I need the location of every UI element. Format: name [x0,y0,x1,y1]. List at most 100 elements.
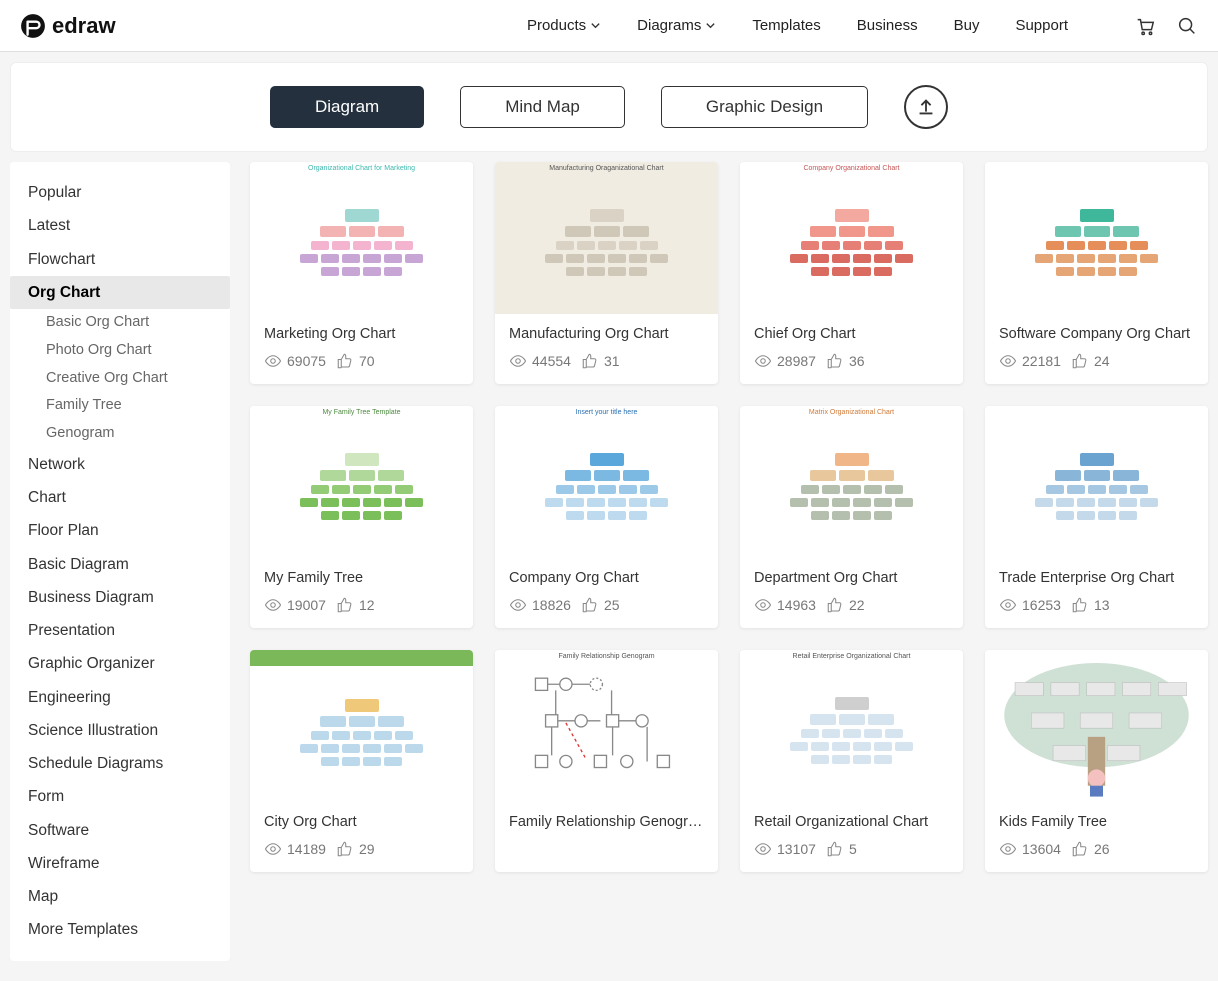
template-card[interactable]: Insert your title here Company Org Chart… [495,406,718,628]
cart-icon[interactable] [1134,15,1156,37]
views-stat: 13107 [754,840,816,858]
card-stats: 16253 13 [999,596,1194,614]
card-title: Company Org Chart [509,570,704,586]
sidebar-sub-genogram[interactable]: Genogram [10,420,230,448]
views-stat: 69075 [264,352,326,370]
likes-stat: 36 [826,352,865,370]
main-nav: Products Diagrams Templates Business Buy… [527,15,1198,37]
card-stats: 14189 29 [264,840,459,858]
views-stat: 22181 [999,352,1061,370]
nav-products[interactable]: Products [527,17,601,34]
card-stats: 18826 25 [509,596,704,614]
tab-graphic-design[interactable]: Graphic Design [661,86,868,128]
views-stat: 18826 [509,596,571,614]
sidebar-item-more-templates[interactable]: More Templates [10,913,230,946]
card-stats: 14963 22 [754,596,949,614]
nav-templates[interactable]: Templates [752,17,820,34]
category-tabs: Diagram Mind Map Graphic Design [10,62,1208,152]
sidebar-item-popular[interactable]: Popular [10,176,230,209]
likes-stat: 70 [336,352,375,370]
views-stat: 14963 [754,596,816,614]
nav-business[interactable]: Business [857,17,918,34]
sidebar-item-chart[interactable]: Chart [10,481,230,514]
template-card[interactable]: Family Relationship Genogram Family Rela… [495,650,718,872]
sidebar-item-orgchart[interactable]: Org Chart [10,276,230,309]
chevron-down-icon [590,20,601,31]
nav-diagrams[interactable]: Diagrams [637,17,716,34]
chevron-down-icon [705,20,716,31]
card-stats: 44554 31 [509,352,704,370]
template-card[interactable]: My Family Tree Template My Family Tree 1… [250,406,473,628]
tab-diagram[interactable]: Diagram [270,86,424,128]
nav-buy[interactable]: Buy [954,17,980,34]
card-stats: 13107 5 [754,840,949,858]
logo[interactable]: edraw [20,13,116,39]
card-title: Manufacturing Org Chart [509,326,704,342]
views-stat: 28987 [754,352,816,370]
likes-stat: 12 [336,596,375,614]
card-stats: 28987 36 [754,352,949,370]
sidebar-item-network[interactable]: Network [10,448,230,481]
card-stats: 13604 26 [999,840,1194,858]
template-card[interactable]: Organizational Chart for Marketing Marke… [250,162,473,384]
sidebar-item-basic-diagram[interactable]: Basic Diagram [10,548,230,581]
template-card[interactable]: Company Organizational Chart Chief Org C… [740,162,963,384]
sidebar-item-schedule-diagrams[interactable]: Schedule Diagrams [10,747,230,780]
template-card[interactable]: Manufacturing Oraganizational Chart Manu… [495,162,718,384]
card-stats: 69075 70 [264,352,459,370]
views-stat: 14189 [264,840,326,858]
sidebar-sub-creative-orgchart[interactable]: Creative Org Chart [10,365,230,393]
brand-text: edraw [52,13,116,39]
views-stat: 19007 [264,596,326,614]
template-card[interactable]: City Org Chart 14189 29 [250,650,473,872]
card-title: Kids Family Tree [999,814,1194,830]
tab-mindmap[interactable]: Mind Map [460,86,625,128]
upload-button[interactable] [904,85,948,129]
sidebar-sub-basic-orgchart[interactable]: Basic Org Chart [10,309,230,337]
sidebar-item-flowchart[interactable]: Flowchart [10,243,230,276]
sidebar-item-presentation[interactable]: Presentation [10,614,230,647]
likes-stat: 13 [1071,596,1110,614]
views-stat: 13604 [999,840,1061,858]
sidebar-item-engineering[interactable]: Engineering [10,681,230,714]
card-title: Chief Org Chart [754,326,949,342]
card-stats: 22181 24 [999,352,1194,370]
likes-stat: 25 [581,596,620,614]
sidebar-item-wireframe[interactable]: Wireframe [10,847,230,880]
sidebar-item-graphic-organizer[interactable]: Graphic Organizer [10,647,230,680]
card-title: Retail Organizational Chart [754,814,949,830]
card-title: City Org Chart [264,814,459,830]
likes-stat: 26 [1071,840,1110,858]
header: edraw Products Diagrams Templates Busine… [0,0,1218,52]
sidebar-item-business-diagram[interactable]: Business Diagram [10,581,230,614]
main-content: Popular Latest Flowchart Org Chart Basic… [0,162,1218,981]
card-title: My Family Tree [264,570,459,586]
nav-support[interactable]: Support [1015,17,1068,34]
sidebar-item-form[interactable]: Form [10,780,230,813]
card-title: Family Relationship Genogram [509,814,704,830]
template-card[interactable]: Kids Family Tree 13604 26 [985,650,1208,872]
upload-icon [915,96,937,118]
sidebar-sub-photo-orgchart[interactable]: Photo Org Chart [10,337,230,365]
template-card[interactable]: Retail Enterprise Organizational Chart R… [740,650,963,872]
sidebar-item-science-illustration[interactable]: Science Illustration [10,714,230,747]
likes-stat: 31 [581,352,620,370]
likes-stat: 5 [826,840,857,858]
logo-icon [20,13,46,39]
views-stat: 44554 [509,352,571,370]
card-title: Software Company Org Chart [999,326,1194,342]
template-card[interactable]: Trade Enterprise Org Chart 16253 13 [985,406,1208,628]
template-card[interactable]: Software Company Org Chart 22181 24 [985,162,1208,384]
sidebar: Popular Latest Flowchart Org Chart Basic… [10,162,230,961]
views-stat: 16253 [999,596,1061,614]
sidebar-item-floorplan[interactable]: Floor Plan [10,514,230,547]
template-card[interactable]: Matrix Organizational Chart Department O… [740,406,963,628]
likes-stat: 24 [1071,352,1110,370]
template-grid: Organizational Chart for Marketing Marke… [250,162,1208,872]
search-icon[interactable] [1176,15,1198,37]
sidebar-item-software[interactable]: Software [10,814,230,847]
sidebar-item-map[interactable]: Map [10,880,230,913]
sidebar-item-latest[interactable]: Latest [10,209,230,242]
sidebar-sub-family-tree[interactable]: Family Tree [10,392,230,420]
card-title: Trade Enterprise Org Chart [999,570,1194,586]
